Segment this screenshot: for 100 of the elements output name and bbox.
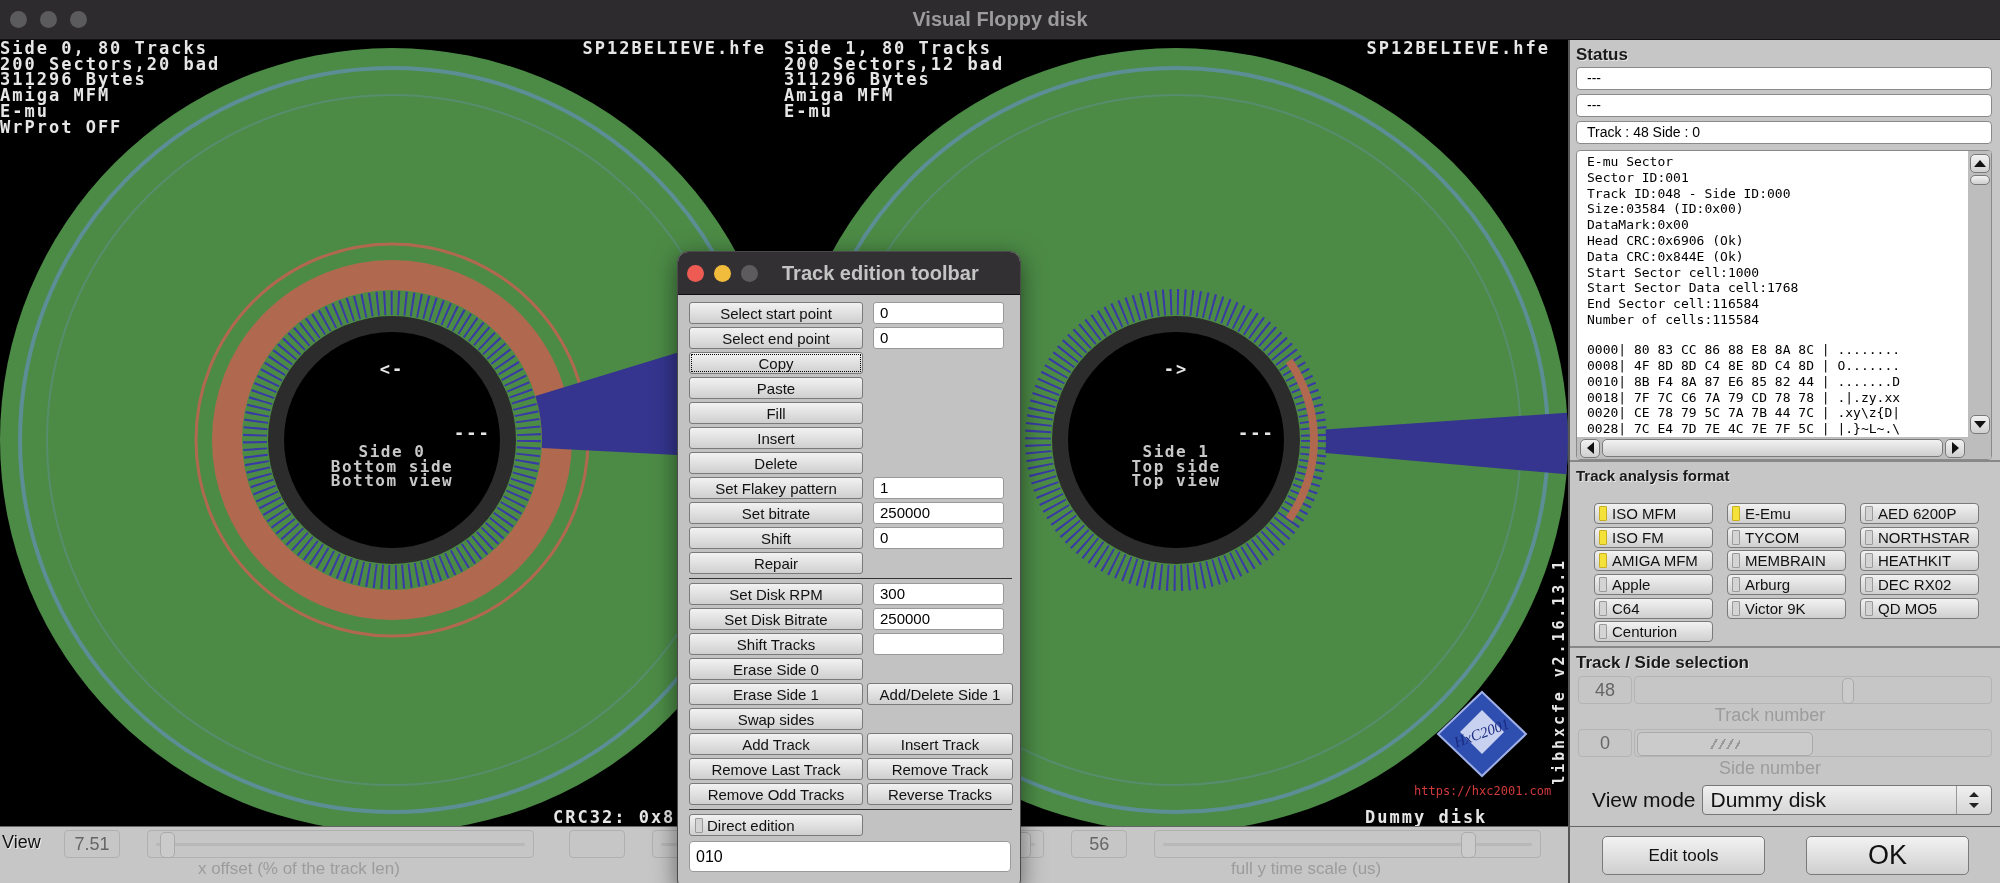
- toolbar-button[interactable]: Remove Last Track: [689, 758, 863, 780]
- input-field[interactable]: 250000: [873, 608, 1004, 630]
- sector-info-line: Track ID:048 - Side ID:000: [1587, 185, 1792, 202]
- toolbar-button[interactable]: Repair: [689, 552, 863, 574]
- toolbar-button[interactable]: Paste: [689, 377, 863, 399]
- scroll-right-button[interactable]: [1945, 438, 1965, 458]
- disk-info-text: WrProt OFF: [0, 119, 124, 136]
- slider-track[interactable]: [1154, 830, 1541, 858]
- toolbar-button[interactable]: Set bitrate: [689, 502, 863, 524]
- toolbar-button[interactable]: Set Flakey pattern: [689, 477, 863, 499]
- format-toggle[interactable]: TYCOM: [1727, 526, 1846, 548]
- slider-track[interactable]: [1634, 729, 1992, 757]
- ok-button[interactable]: OK: [1806, 836, 1969, 875]
- toolbar-button[interactable]: Insert: [689, 427, 863, 449]
- format-toggle[interactable]: ISO FM: [1594, 526, 1713, 548]
- direction-arrow: <-: [378, 362, 406, 378]
- hex-dump-line: 0018| 7F 7C C6 7A 79 CD 78 78 | .|.zy.xx: [1587, 389, 1902, 406]
- value-field: 56: [1071, 830, 1128, 858]
- scroll-up-button[interactable]: [1969, 154, 1990, 173]
- disk-info-text: Amiga MFM: [0, 88, 111, 104]
- input-field[interactable]: 0: [873, 302, 1004, 324]
- section-heading: Track analysis format: [1576, 467, 1731, 486]
- toolbar-button[interactable]: Shift: [689, 527, 863, 549]
- toolbar-button[interactable]: Insert Track: [867, 733, 1013, 755]
- toolbar-button[interactable]: Add/Delete Side 1: [867, 683, 1013, 705]
- sector-info-line: Head CRC:0x6906 (Ok): [1587, 233, 1745, 249]
- toolbar-button[interactable]: Set Disk RPM: [689, 583, 863, 605]
- slider-thumb[interactable]: [1637, 732, 1813, 756]
- side-label: Side 1: [1142, 445, 1210, 460]
- window-zoom-button[interactable]: [70, 11, 87, 28]
- scrollbar-thumb[interactable]: [1969, 175, 1990, 185]
- scrollbar-thumb[interactable]: [1602, 439, 1943, 457]
- format-toggle[interactable]: ISO MFM: [1594, 503, 1713, 524]
- sector-info-line: Start Sector Data cell:1768: [1587, 280, 1800, 297]
- edit-tools-button[interactable]: Edit tools: [1602, 836, 1765, 875]
- value-field: 0: [1578, 729, 1632, 757]
- up-arrow-icon: [1973, 160, 1986, 167]
- window-close-button[interactable]: [10, 11, 27, 28]
- toolbar-button[interactable]: Fill: [689, 402, 863, 424]
- sector-info-line: Number of cells:115584: [1587, 311, 1761, 328]
- close-button[interactable]: [687, 264, 704, 282]
- slider-thumb[interactable]: [1461, 832, 1477, 858]
- toolbar-button[interactable]: Add Track: [689, 733, 863, 755]
- scroll-down-button[interactable]: [1969, 415, 1990, 434]
- slider-track[interactable]: [1634, 676, 1992, 704]
- sector-info-line: DataMark:0x00: [1587, 217, 1690, 233]
- input-field[interactable]: [873, 633, 1004, 655]
- slider-thumb[interactable]: [160, 832, 176, 858]
- disk-info-text: 200 Sectors,12 bad: [784, 56, 1005, 73]
- toolbar-button[interactable]: Reverse Tracks: [867, 783, 1013, 805]
- window-title: Visual Floppy disk: [911, 8, 1089, 31]
- zoom-button[interactable]: [741, 264, 758, 282]
- disk-info-text: Amiga MFM: [784, 88, 895, 104]
- format-toggle[interactable]: Arburg: [1727, 574, 1846, 596]
- sector-info-line: E-mu Sector: [1587, 154, 1675, 170]
- slider-thumb[interactable]: [1842, 678, 1855, 704]
- window-minimize-button[interactable]: [40, 11, 57, 28]
- format-toggle[interactable]: HEATHKIT: [1860, 550, 1979, 572]
- view-mode-dropdown[interactable]: Dummy disk: [1701, 785, 1992, 815]
- format-toggle[interactable]: Centurion: [1594, 621, 1713, 643]
- toolbar-button[interactable]: Shift Tracks: [689, 633, 863, 655]
- slider-track[interactable]: [147, 830, 534, 858]
- format-toggle[interactable]: NORTHSTAR: [1860, 526, 1979, 548]
- format-toggle[interactable]: Victor 9K: [1727, 597, 1846, 619]
- side-label: Top view: [1131, 474, 1221, 489]
- input-field[interactable]: 0: [873, 527, 1004, 549]
- toolbar-button[interactable]: Erase Side 0: [689, 658, 863, 680]
- status-field: ---: [1576, 94, 1992, 117]
- toolbar-button[interactable]: Erase Side 1: [689, 683, 863, 705]
- input-field[interactable]: 010: [689, 841, 1011, 872]
- minimize-button[interactable]: [714, 264, 731, 282]
- toolbar-button[interactable]: Select start point: [689, 302, 863, 324]
- input-field[interactable]: 300: [873, 583, 1004, 605]
- toolbar-button[interactable]: Remove Track: [867, 758, 1013, 780]
- direction-arrow: ->: [1162, 362, 1190, 378]
- toolbar-button[interactable]: Delete: [689, 452, 863, 474]
- input-field[interactable]: 0: [873, 327, 1004, 349]
- format-toggle[interactable]: Apple: [1594, 574, 1713, 596]
- direct-edition-toggle[interactable]: Direct edition: [689, 814, 863, 836]
- sector-info-line: Sector ID:001: [1587, 169, 1690, 186]
- format-toggle[interactable]: DEC RX02: [1860, 574, 1979, 596]
- input-field[interactable]: 1: [873, 477, 1004, 499]
- format-toggle[interactable]: C64: [1594, 597, 1713, 619]
- toolbar-button[interactable]: Copy: [689, 352, 863, 374]
- format-toggle[interactable]: E-Emu: [1727, 503, 1846, 524]
- grip-icon: [1710, 739, 1740, 749]
- input-field[interactable]: 250000: [873, 502, 1004, 524]
- format-toggle[interactable]: MEMBRAIN: [1727, 550, 1846, 572]
- format-toggle[interactable]: AMIGA MFM: [1594, 550, 1713, 572]
- website-link[interactable]: https://hxc2001.com: [1414, 784, 1552, 798]
- toolbar-button[interactable]: Swap sides: [689, 708, 863, 730]
- view-heading: View: [1, 832, 42, 853]
- scroll-left-button[interactable]: [1580, 438, 1600, 458]
- toolbar-button[interactable]: Select end point: [689, 327, 863, 349]
- status-field: Track : 48 Side : 0: [1576, 121, 1992, 144]
- toolbar-button[interactable]: Set Disk Bitrate: [689, 608, 863, 630]
- toolbar-button[interactable]: Remove Odd Tracks: [689, 783, 863, 805]
- sector-info-line: Data CRC:0x844E (Ok): [1587, 248, 1745, 265]
- format-toggle[interactable]: AED 6200P: [1860, 503, 1979, 524]
- format-toggle[interactable]: QD MO5: [1860, 597, 1979, 619]
